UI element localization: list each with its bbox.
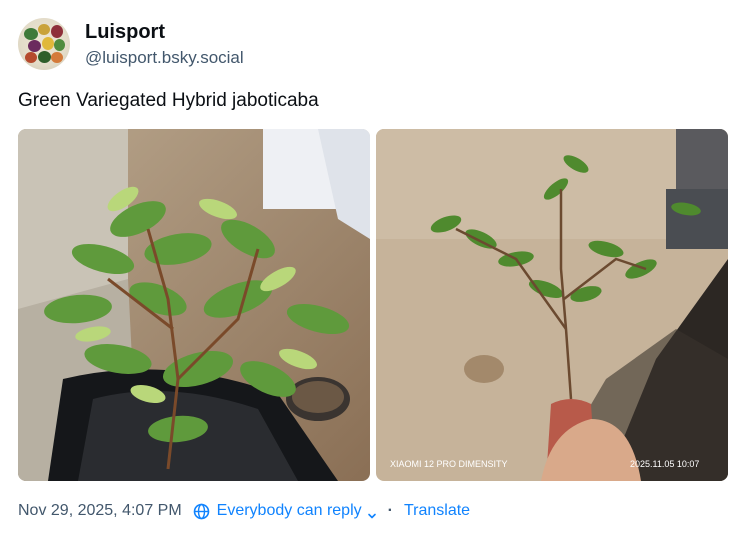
- translate-link[interactable]: Translate: [404, 500, 470, 522]
- plant-photo-1: [18, 129, 370, 481]
- globe-icon: [193, 503, 210, 520]
- watermark-right: 2025.11.05 10:07: [630, 459, 699, 469]
- post-image-1[interactable]: [18, 129, 370, 481]
- reply-setting-button[interactable]: Everybody can reply: [193, 500, 377, 522]
- post-timestamp[interactable]: Nov 29, 2025, 4:07 PM: [18, 500, 182, 522]
- chevron-down-icon: [367, 506, 377, 519]
- post-header: Luisport @luisport.bsky.social: [18, 18, 244, 70]
- post-text: Green Variegated Hybrid jaboticaba: [18, 90, 319, 111]
- post: Luisport @luisport.bsky.social Green Var…: [0, 0, 746, 535]
- post-images: XIAOMI 12 PRO DIMENSITY 2025.11.05 10:07: [18, 129, 728, 481]
- author-display-name[interactable]: Luisport: [85, 19, 244, 45]
- author-handle[interactable]: @luisport.bsky.social: [85, 46, 244, 70]
- author-names: Luisport @luisport.bsky.social: [85, 19, 244, 70]
- plant-photo-2: XIAOMI 12 PRO DIMENSITY 2025.11.05 10:07: [376, 129, 728, 481]
- footer-separator: ·: [387, 502, 393, 519]
- reply-setting-label: Everybody can reply: [216, 502, 362, 519]
- avatar[interactable]: [18, 18, 70, 70]
- post-footer: Nov 29, 2025, 4:07 PM Everybody can repl…: [18, 500, 470, 522]
- post-image-2[interactable]: XIAOMI 12 PRO DIMENSITY 2025.11.05 10:07: [376, 129, 728, 481]
- watermark-left: XIAOMI 12 PRO DIMENSITY: [390, 459, 508, 469]
